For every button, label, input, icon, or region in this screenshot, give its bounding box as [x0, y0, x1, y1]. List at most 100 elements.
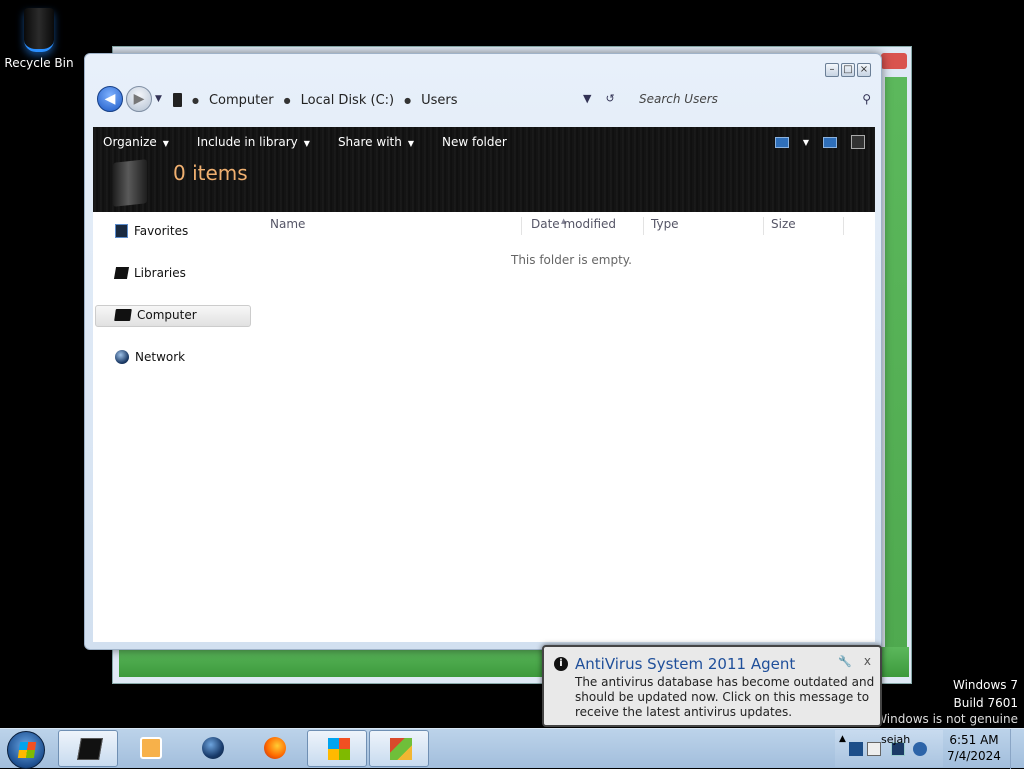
column-name[interactable]: Name — [270, 217, 305, 231]
new-folder-button[interactable]: New folder — [442, 135, 507, 149]
clock-date: 7/4/2024 — [947, 749, 1001, 763]
address-actions: ▼ ↺ — [583, 92, 615, 105]
taskbar-browser-button[interactable] — [182, 730, 242, 767]
network-icon — [115, 350, 129, 364]
organize-label: Organize — [103, 135, 157, 149]
view-dropdown-icon[interactable]: ▼ — [803, 138, 809, 147]
content-area: Favorites Libraries Computer Network ▲ N… — [93, 212, 875, 642]
help-icon[interactable] — [851, 135, 865, 149]
show-hidden-icons-icon[interactable]: ▲ — [839, 734, 846, 744]
forward-button[interactable]: ▶ — [126, 86, 152, 112]
nav-item-label: Favorites — [134, 224, 189, 238]
change-view-icon[interactable] — [774, 136, 789, 148]
taskbar-windows-app-button[interactable] — [307, 730, 367, 767]
tray-partial-text: sejah — [881, 733, 911, 746]
chevron-down-icon: ▼ — [407, 139, 414, 148]
background-window-sidebar — [885, 77, 907, 657]
organize-button[interactable]: Organize ▼ — [103, 135, 169, 149]
search-box[interactable]: Search Users ⚲ — [639, 90, 871, 112]
search-input[interactable]: Search Users — [639, 92, 718, 106]
explorer-window[interactable]: – □ × ◀ ▶ ▼ ● Computer ● Local Disk (C:)… — [84, 53, 882, 650]
show-desktop-button[interactable] — [1010, 729, 1024, 769]
clock-time: 6:51 AM — [949, 733, 999, 747]
colorful-app-icon — [390, 738, 412, 760]
column-divider[interactable] — [843, 217, 844, 235]
search-icon[interactable]: ⚲ — [862, 92, 871, 106]
refresh-icon[interactable]: ↺ — [605, 92, 614, 105]
taskbar-firefox-button[interactable] — [244, 730, 304, 767]
explorer-icon — [77, 738, 103, 760]
taskbar: ▲ sejah 6:51 AM 7/4/2024 — [0, 728, 1024, 769]
notification-close-button[interactable]: x — [864, 654, 871, 668]
taskbar-colorful-app-button[interactable] — [369, 730, 429, 767]
nav-item-label: Network — [135, 350, 186, 364]
recycle-bin-label: Recycle Bin — [4, 56, 74, 70]
include-in-library-button[interactable]: Include in library ▼ — [197, 135, 310, 149]
security-tray-icon[interactable] — [849, 742, 863, 756]
close-button[interactable]: × — [857, 63, 871, 77]
breadcrumb-local-disk[interactable]: Local Disk (C:) — [301, 93, 394, 108]
taskbar-media-player-button[interactable] — [120, 730, 180, 767]
folder-header-icon — [113, 159, 147, 207]
nav-item-libraries[interactable]: Libraries — [113, 266, 186, 280]
command-bar: Organize ▼ Include in library ▼ Share with… — [103, 135, 507, 149]
column-divider[interactable] — [521, 217, 522, 235]
nav-item-computer[interactable]: Computer — [114, 308, 197, 322]
nav-item-favorites[interactable]: Favorites — [115, 224, 188, 238]
chevron-down-icon: ▼ — [303, 139, 310, 148]
chevron-right-icon[interactable]: ● — [192, 96, 199, 105]
volume-tray-icon[interactable] — [913, 742, 927, 756]
wrench-icon[interactable]: 🔧 — [838, 655, 852, 668]
address-dropdown-icon[interactable]: ▼ — [583, 92, 591, 105]
info-icon: i — [554, 657, 568, 671]
breadcrumb-users[interactable]: Users — [421, 93, 457, 108]
background-window-close-button[interactable] — [881, 53, 907, 69]
firefox-icon — [264, 737, 286, 759]
back-button[interactable]: ◀ — [97, 86, 123, 112]
address-bar[interactable]: ● Computer ● Local Disk (C:) ● Users — [173, 90, 457, 110]
column-divider[interactable] — [643, 217, 644, 235]
column-type[interactable]: Type — [651, 217, 679, 231]
breadcrumb-computer[interactable]: Computer — [209, 93, 274, 108]
nav-item-network[interactable]: Network — [115, 350, 185, 364]
antivirus-notification[interactable]: i AntiVirus System 2011 Agent 🔧 x The an… — [542, 645, 882, 727]
minimize-button[interactable]: – — [825, 63, 839, 77]
view-buttons: ▼ — [774, 135, 865, 149]
maximize-button[interactable]: □ — [841, 63, 855, 77]
notification-title[interactable]: AntiVirus System 2011 Agent — [575, 655, 795, 673]
drive-icon — [173, 93, 182, 107]
nav-item-label: Computer — [137, 308, 197, 322]
empty-folder-message: This folder is empty. — [511, 253, 632, 267]
recent-pages-dropdown[interactable]: ▼ — [155, 94, 165, 104]
include-in-library-label: Include in library — [196, 135, 298, 149]
item-count: 0 items — [173, 161, 248, 185]
share-with-button[interactable]: Share with ▼ — [338, 135, 414, 149]
start-button[interactable] — [7, 731, 45, 769]
windows-logo-icon — [17, 742, 37, 758]
column-size[interactable]: Size — [771, 217, 796, 231]
nav-item-label: Libraries — [134, 266, 186, 280]
column-headers: ▲ Name Date modified Type Size — [263, 217, 863, 235]
notification-message[interactable]: The antivirus database has become outdat… — [575, 675, 875, 720]
navigation-buttons: ◀ ▶ ▼ — [97, 86, 165, 112]
taskbar-explorer-button[interactable] — [58, 730, 118, 767]
windows-logo-icon — [328, 738, 350, 760]
favorites-icon — [115, 224, 128, 238]
column-divider[interactable] — [763, 217, 764, 235]
libraries-icon — [113, 267, 130, 279]
recycle-bin-icon — [24, 8, 54, 52]
command-band: Organize ▼ Include in library ▼ Share with… — [93, 127, 875, 212]
flag-tray-icon[interactable] — [867, 742, 881, 756]
column-date-modified[interactable]: Date modified — [531, 217, 616, 231]
chevron-right-icon[interactable]: ● — [404, 96, 411, 105]
clock[interactable]: 6:51 AM 7/4/2024 — [944, 732, 1004, 764]
caption-buttons: – □ × — [825, 63, 871, 77]
recycle-bin-desktop-icon[interactable]: Recycle Bin — [4, 8, 74, 70]
share-with-label: Share with — [337, 135, 402, 149]
system-tray: ▲ sejah — [835, 730, 943, 767]
chevron-down-icon: ▼ — [162, 139, 169, 148]
computer-icon — [114, 309, 132, 321]
chevron-right-icon[interactable]: ● — [284, 96, 291, 105]
browser-icon — [202, 737, 224, 759]
preview-pane-icon[interactable] — [823, 136, 837, 148]
